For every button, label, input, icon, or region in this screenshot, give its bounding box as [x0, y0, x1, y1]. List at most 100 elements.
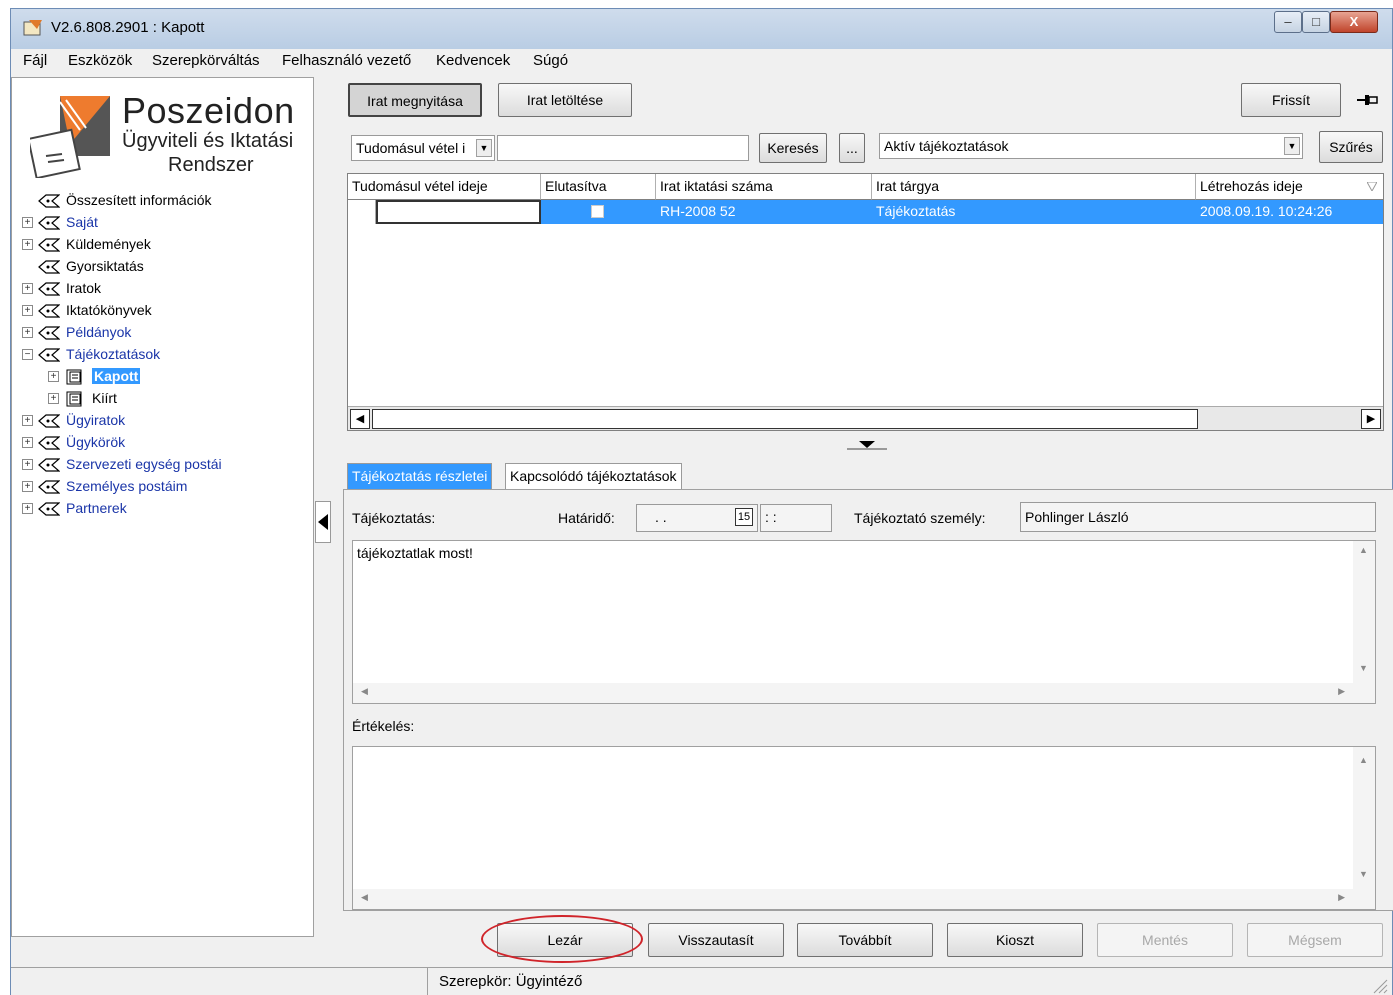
calendar-icon[interactable]: 15 [735, 508, 753, 526]
expand-icon[interactable]: + [48, 371, 59, 382]
scroll-down-icon[interactable]: ▼ [1359, 869, 1368, 879]
column-header-rejected[interactable]: Elutasítva [541, 174, 656, 200]
collapse-icon[interactable]: − [22, 349, 33, 360]
expand-icon[interactable]: + [22, 305, 33, 316]
column-header-doc-number[interactable]: Irat iktatási száma [656, 174, 872, 200]
deadline-date-input[interactable]: . . 15 [636, 504, 758, 532]
tree-item-gyorsiktatas[interactable]: Gyorsiktatás [22, 256, 307, 278]
tree-item-iktatokonyvek[interactable]: + Iktatókönyvek [22, 300, 307, 322]
expand-icon[interactable]: + [22, 459, 33, 470]
expand-icon[interactable]: + [22, 327, 33, 338]
scroll-thumb[interactable] [372, 409, 1198, 429]
info-horizontal-scrollbar[interactable]: ◀ ▶ [353, 683, 1353, 703]
save-button[interactable]: Mentés [1097, 923, 1233, 957]
info-vertical-scrollbar[interactable]: ▲ ▼ [1353, 541, 1375, 703]
cell-ack-time[interactable] [376, 200, 541, 224]
scroll-right-icon[interactable]: ▶ [1361, 409, 1381, 429]
column-header-created[interactable]: Létrehozás ideje [1196, 174, 1383, 200]
scroll-left-icon[interactable]: ◀ [361, 892, 368, 903]
tab-details[interactable]: Tájékoztatás részletei [347, 463, 493, 489]
menu-role-switch[interactable]: Szerepkörváltás [152, 52, 260, 69]
resize-grip-icon[interactable] [1370, 976, 1388, 994]
tree-item-tajekoztatasok[interactable]: − Tájékoztatások [22, 344, 307, 366]
scroll-right-icon[interactable]: ▶ [1338, 686, 1345, 697]
tree-item-kiirt[interactable]: + Kiírt [22, 388, 307, 410]
scroll-right-icon[interactable]: ▶ [1338, 892, 1345, 903]
expand-icon[interactable]: + [22, 437, 33, 448]
rejected-checkbox[interactable] [591, 205, 604, 218]
expand-icon[interactable]: + [22, 283, 33, 294]
menu-favorites[interactable]: Kedvencek [436, 52, 510, 69]
scroll-up-icon[interactable]: ▲ [1359, 755, 1368, 765]
cell-created[interactable]: 2008.09.19. 10:24:26 [1196, 200, 1383, 224]
refresh-button[interactable]: Frissít [1241, 83, 1341, 117]
menu-user-guide[interactable]: Felhasználó vezető [282, 52, 411, 69]
filter-button[interactable]: Szűrés [1319, 131, 1383, 163]
folder-tag-icon [38, 414, 60, 428]
maximize-button[interactable]: □ [1302, 11, 1330, 33]
evaluation-horizontal-scrollbar[interactable]: ◀ ▶ [353, 889, 1353, 909]
scroll-left-icon[interactable]: ◀ [350, 409, 370, 429]
open-document-button[interactable]: Irat megnyitása [348, 83, 482, 117]
expand-icon[interactable]: + [22, 481, 33, 492]
splitter-arrow-icon[interactable] [847, 439, 887, 451]
cell-rejected[interactable] [541, 200, 656, 224]
tree-item-szervezeti-egyseg-postai[interactable]: + Szervezeti egység postái [22, 454, 307, 476]
search-button[interactable]: Keresés [759, 133, 827, 163]
scroll-down-icon[interactable]: ▼ [1359, 663, 1368, 673]
tree-item-label: Partnerek [66, 500, 127, 516]
tree-item-label: Összesített információk [66, 192, 212, 208]
column-header-ack-time[interactable]: Tudomásul vétel ideje [348, 174, 541, 200]
expand-icon[interactable]: + [48, 393, 59, 404]
tree-item-osszesitett-informaciok[interactable]: Összesített információk [22, 190, 307, 212]
filter-value: Aktív tájékoztatások [884, 138, 1009, 154]
menu-tools[interactable]: Eszközök [68, 52, 132, 69]
expand-icon[interactable]: + [22, 503, 33, 514]
minimize-button[interactable]: – [1274, 11, 1302, 33]
column-header-subject[interactable]: Irat tárgya [872, 174, 1196, 200]
evaluation-textarea[interactable]: ▲ ▼ ◀ ▶ [352, 746, 1376, 910]
menu-file[interactable]: Fájl [23, 52, 47, 69]
forward-button[interactable]: Továbbít [797, 923, 933, 957]
evaluation-vertical-scrollbar[interactable]: ▲ ▼ [1353, 747, 1375, 909]
tree-item-partnerek[interactable]: + Partnerek [22, 498, 307, 520]
cell-subject[interactable]: Tájékoztatás [872, 200, 1196, 224]
close-item-button[interactable]: Lezár [497, 923, 633, 957]
row-selector[interactable] [348, 200, 376, 224]
distribute-button[interactable]: Kioszt [947, 923, 1083, 957]
tree-item-ugyiratok[interactable]: + Ügyiratok [22, 410, 307, 432]
more-options-button[interactable]: ... [839, 133, 865, 163]
close-icon: X [1349, 14, 1359, 29]
scroll-left-icon[interactable]: ◀ [361, 686, 368, 697]
folder-tag-icon [38, 260, 60, 274]
download-document-button[interactable]: Irat letöltése [498, 83, 632, 117]
tree-item-sajat[interactable]: + Saját [22, 212, 307, 234]
pin-icon[interactable] [1357, 93, 1379, 107]
expand-icon[interactable]: + [22, 239, 33, 250]
collapse-panel-button[interactable] [315, 501, 331, 543]
tree-item-szemelyes-postaim[interactable]: + Személyes postáim [22, 476, 307, 498]
menu-help[interactable]: Súgó [533, 52, 568, 69]
tree-item-kapott[interactable]: + Kapott [22, 366, 307, 388]
close-button[interactable]: X [1330, 11, 1378, 33]
search-field-select[interactable]: Tudomásul vétel i ▼ [351, 135, 495, 161]
tree-item-peldanyok[interactable]: + Példányok [22, 322, 307, 344]
expand-icon[interactable]: + [22, 217, 33, 228]
reject-button[interactable]: Visszautasít [648, 923, 784, 957]
deadline-time-input[interactable]: : : [760, 504, 832, 532]
search-input[interactable] [497, 135, 749, 161]
scroll-up-icon[interactable]: ▲ [1359, 545, 1368, 555]
cell-doc-number[interactable]: RH-2008 52 [656, 200, 872, 224]
person-field[interactable]: Pohlinger László [1020, 502, 1376, 532]
tree-item-iratok[interactable]: + Iratok [22, 278, 307, 300]
filter-select[interactable]: Aktív tájékoztatások ▼ [879, 133, 1303, 159]
tree-item-kuldemenyek[interactable]: + Küldemények [22, 234, 307, 256]
info-textarea[interactable]: tájékoztatlak most! ▲ ▼ ◀ ▶ [352, 540, 1376, 704]
expand-icon[interactable]: + [22, 415, 33, 426]
tree-item-label: Példányok [66, 324, 132, 340]
cancel-button[interactable]: Mégsem [1247, 923, 1383, 957]
chevron-down-icon: ▼ [1284, 137, 1300, 155]
tab-related[interactable]: Kapcsolódó tájékoztatások [505, 463, 682, 489]
table-horizontal-scrollbar[interactable]: ◀ ▶ [348, 406, 1383, 430]
tree-item-ugykorok[interactable]: + Ügykörök [22, 432, 307, 454]
